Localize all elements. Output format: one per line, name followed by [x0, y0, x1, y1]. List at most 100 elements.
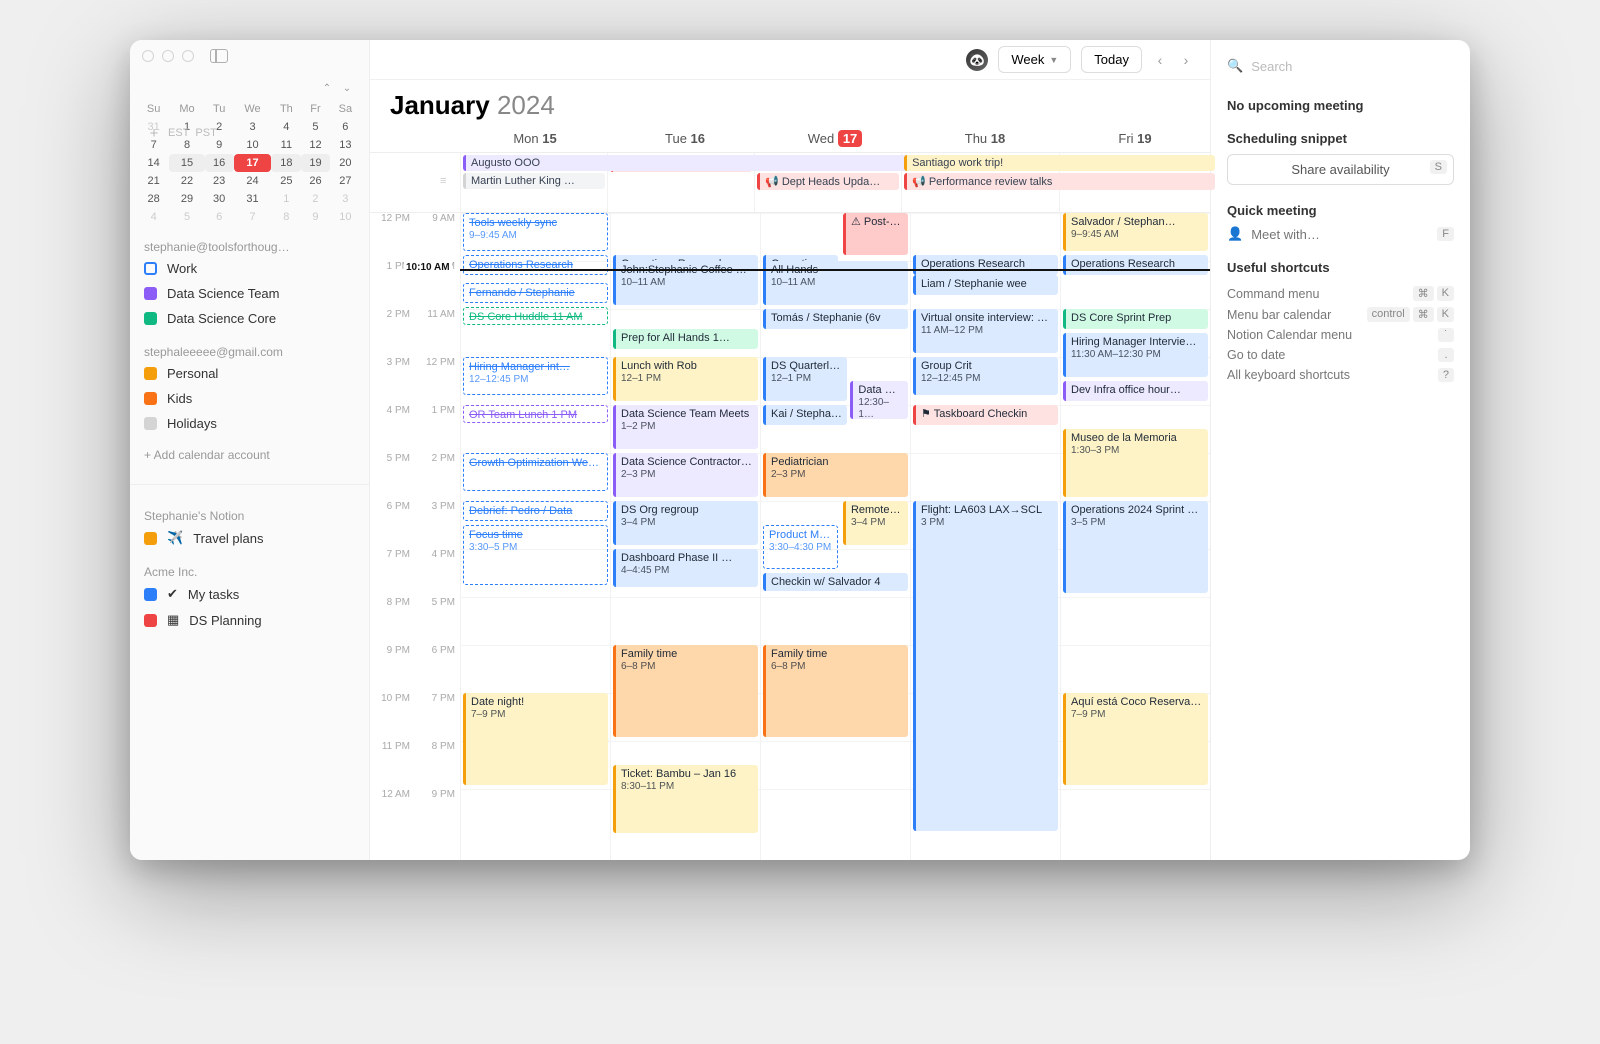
mini-day[interactable]: 30 — [205, 190, 234, 208]
calendar-event[interactable]: Checkin w/ Salvador 4 — [763, 573, 908, 591]
mini-day[interactable]: 23 — [205, 172, 234, 190]
mini-prev-icon[interactable]: ⌃ — [319, 80, 335, 96]
calendar-event[interactable]: Dev Infra office hour… — [1063, 381, 1208, 401]
mini-day[interactable]: 15 — [169, 154, 204, 172]
mini-day[interactable]: 9 — [301, 208, 329, 226]
day-column[interactable]: 8–9 AM⚠ Post-Launc…OperationsAll Hands10… — [760, 213, 910, 860]
calendar-event[interactable]: John:Stephanie Coffee Chat10–11 AM — [613, 261, 758, 305]
calendar-event[interactable]: Liam / Stephanie wee — [913, 275, 1058, 295]
calendar-event[interactable]: Museo de la Memoria1:30–3 PM — [1063, 429, 1208, 497]
calendar-event[interactable]: Tools weekly sync9–9:45 AM — [463, 213, 608, 251]
calendar-event[interactable]: All Hands10–11 AM — [763, 261, 908, 305]
calendar-event[interactable]: Date night!7–9 PM — [463, 693, 608, 785]
add-calendar-account[interactable]: + Add calendar account — [130, 436, 369, 474]
notion-item[interactable]: ▦DS Planning — [130, 607, 369, 633]
mini-day[interactable]: 14 — [138, 154, 169, 172]
mini-day[interactable]: 27 — [330, 172, 361, 190]
mini-day[interactable]: 17 — [234, 154, 272, 172]
mini-day[interactable]: 5 — [301, 118, 329, 136]
day-header[interactable]: Thu 18 — [910, 125, 1060, 152]
calendar-event[interactable]: DS Core Huddle 11 AM — [463, 307, 608, 325]
mini-day[interactable]: 18 — [271, 154, 301, 172]
allday-collapse-icon[interactable]: ≡ — [440, 175, 446, 187]
mini-day[interactable]: 19 — [301, 154, 329, 172]
calendar-event[interactable]: Fernando / Stephanie — [463, 283, 608, 303]
calendar-item[interactable]: Holidays — [130, 411, 369, 436]
shortcut-row[interactable]: Go to date. — [1227, 345, 1454, 365]
calendar-event[interactable]: Debrief: Pedro / Data — [463, 501, 608, 521]
day-header[interactable]: Tue 16 — [610, 125, 760, 152]
mini-day[interactable]: 2 — [301, 190, 329, 208]
calendar-event[interactable]: Family time6–8 PM — [763, 645, 908, 737]
calendar-event[interactable]: OR Team Lunch 1 PM — [463, 405, 608, 423]
mini-day[interactable]: 28 — [138, 190, 169, 208]
traffic-close[interactable] — [142, 50, 154, 62]
meet-with-input[interactable]: 👤 F — [1227, 226, 1454, 242]
day-header[interactable]: Mon 15 — [460, 125, 610, 152]
calendar-event[interactable]: Virtual onsite interview: Pedro …11 AM–1… — [913, 309, 1058, 353]
mini-day[interactable]: 10 — [330, 208, 361, 226]
calendar-event[interactable]: Growth Optimization Weekly — [463, 453, 608, 491]
sidebar-toggle-icon[interactable] — [210, 49, 228, 63]
day-column[interactable]: 8–9 AMTools weekly sync9–9:45 AMOperatio… — [460, 213, 610, 860]
mini-day[interactable]: 10 — [234, 136, 272, 154]
shortcut-row[interactable]: Notion Calendar menu˙ — [1227, 325, 1454, 345]
allday-event[interactable]: Santiago work trip! — [904, 155, 1215, 171]
mini-day[interactable]: 1 — [271, 190, 301, 208]
calendar-item[interactable]: Data Science Core — [130, 306, 369, 331]
shortcut-row[interactable]: All keyboard shortcuts? — [1227, 365, 1454, 385]
day-column[interactable]: Salvador / Stephan…9–9:45 AM Operations R… — [1060, 213, 1210, 860]
day-column[interactable]: Operations ResearchLiam / Stephanie wee V… — [910, 213, 1060, 860]
mini-day[interactable]: 22 — [169, 172, 204, 190]
calendar-event[interactable]: Group Crit12–12:45 PM — [913, 357, 1058, 395]
mini-day[interactable]: 16 — [205, 154, 234, 172]
calendar-event[interactable]: DS Quarterly Outreach12–1 PM — [763, 357, 847, 401]
day-header[interactable]: Wed 17 — [760, 125, 910, 152]
calendar-event[interactable]: Operations Research — [913, 255, 1058, 275]
add-tz-icon[interactable]: + — [146, 125, 162, 141]
mini-day[interactable]: 25 — [271, 172, 301, 190]
calendar-event[interactable]: Data Science Contractor Intake: …2–3 PM — [613, 453, 758, 497]
calendar-event[interactable]: Data Scien…12:30–1… — [850, 381, 908, 419]
mini-day[interactable]: 13 — [330, 136, 361, 154]
calendar-event[interactable]: Flight: LA603 LAX→SCL3 PM — [913, 501, 1058, 831]
calendar-event[interactable]: ⚑ Taskboard Checkin — [913, 405, 1058, 425]
calendar-item[interactable]: Personal — [130, 361, 369, 386]
mini-day[interactable]: 26 — [301, 172, 329, 190]
calendar-item[interactable]: Work — [130, 256, 369, 281]
calendar-event[interactable]: Data Science Team Meets1–2 PM — [613, 405, 758, 449]
mini-day[interactable]: 3 — [330, 190, 361, 208]
mini-day[interactable]: 20 — [330, 154, 361, 172]
calendar-event[interactable]: Operations Research — [463, 255, 608, 275]
calendar-event[interactable]: ⚠ Post-Launc… — [843, 213, 908, 255]
mini-day[interactable]: 29 — [169, 190, 204, 208]
calendar-event[interactable]: Family time6–8 PM — [613, 645, 758, 737]
calendar-event[interactable]: Focus time3:30–5 PM — [463, 525, 608, 585]
notion-item[interactable]: ✔My tasks — [130, 581, 369, 607]
calendar-event[interactable]: Hiring Manager Interview: Gui …11:30 AM–… — [1063, 333, 1208, 377]
allday-event[interactable]: 📢 Dept Heads Upda… — [757, 173, 899, 190]
mini-day[interactable]: 7 — [234, 208, 272, 226]
mini-day[interactable]: 12 — [301, 136, 329, 154]
calendar-event[interactable]: Kai / Stepha… — [763, 405, 847, 425]
calendar-event[interactable]: Salvador / Stephan…9–9:45 AM — [1063, 213, 1208, 251]
allday-event[interactable]: Martin Luther King … — [463, 173, 605, 189]
calendar-event[interactable]: Dashboard Phase II …4–4:45 PM — [613, 549, 758, 587]
calendar-event[interactable]: Operations Research — [1063, 255, 1208, 275]
calendar-item[interactable]: Kids — [130, 386, 369, 411]
allday-event[interactable]: 📢 Performance review talks — [904, 173, 1215, 190]
day-header[interactable]: Fri 19 — [1060, 125, 1210, 152]
shortcut-row[interactable]: Menu bar calendarcontrol⌘K — [1227, 304, 1454, 325]
calendar-event[interactable]: DS Org regroup3–4 PM — [613, 501, 758, 545]
calendar-event[interactable]: Ticket: Bambu – Jan 168:30–11 PM — [613, 765, 758, 833]
calendar-event[interactable]: Operations 2024 Sprint Planning3–5 PM — [1063, 501, 1208, 593]
mini-day[interactable]: 31 — [234, 190, 272, 208]
calendar-event[interactable]: Hiring Manager int…12–12:45 PM — [463, 357, 608, 395]
calendar-event[interactable]: Aquí está Coco Reservation7–9 PM — [1063, 693, 1208, 785]
mini-day[interactable]: 21 — [138, 172, 169, 190]
day-column[interactable]: Operations ResearchJohn:Stephanie Coffee… — [610, 213, 760, 860]
mini-day[interactable]: 24 — [234, 172, 272, 190]
mini-day[interactable]: 3 — [234, 118, 272, 136]
shortcut-row[interactable]: Command menu⌘K — [1227, 283, 1454, 304]
calendar-event[interactable]: Lunch with Rob12–1 PM — [613, 357, 758, 401]
